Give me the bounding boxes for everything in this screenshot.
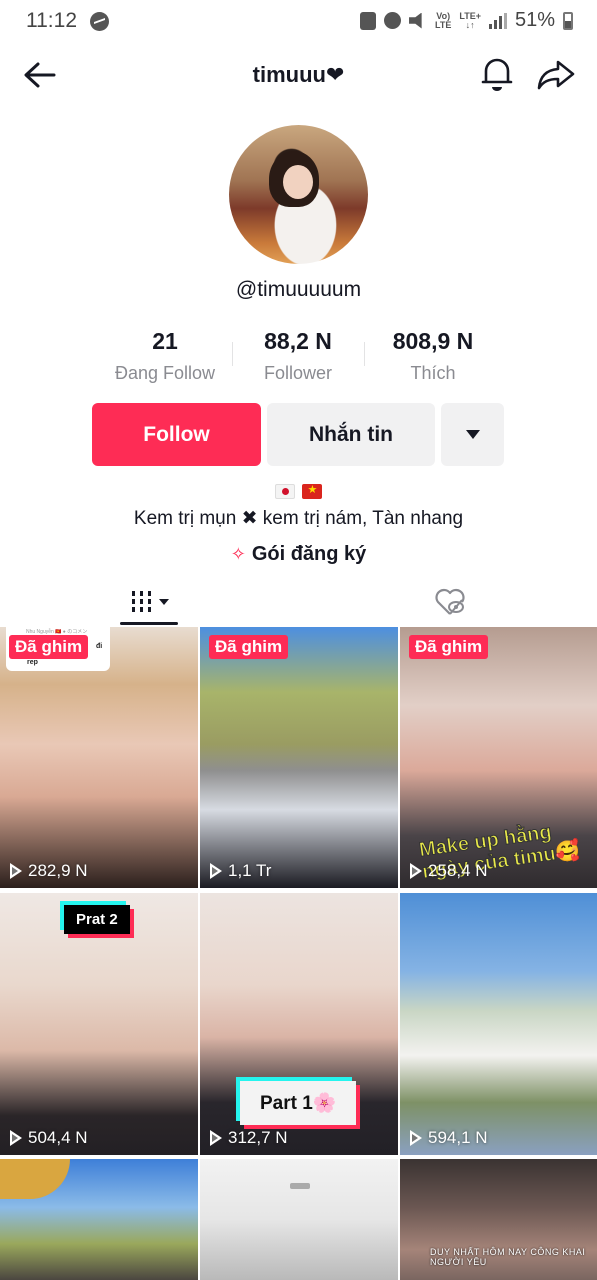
- stat-followers[interactable]: 88,2 N Follower: [238, 328, 358, 384]
- lte-indicator: LTE+ ↓↑: [459, 10, 481, 30]
- mute-icon: [409, 12, 422, 29]
- caret-down-icon: [465, 430, 480, 439]
- view-count: 282,9 N: [10, 861, 88, 881]
- alarm-icon: [384, 12, 402, 29]
- play-icon: [410, 863, 422, 879]
- view-count: 594,1 N: [410, 1128, 488, 1148]
- caret-down-icon: [158, 599, 169, 605]
- bio-flags: [0, 482, 597, 499]
- liked-hidden-icon: [435, 588, 465, 615]
- subscription-label: Gói đăng ký: [251, 543, 367, 565]
- stat-divider: [364, 342, 365, 366]
- canopy-decoration: [0, 1159, 70, 1199]
- top-nav: timuuu❤: [0, 52, 597, 98]
- followers-label: Follower: [263, 363, 333, 383]
- subscription-link[interactable]: ✧ Gói đăng ký: [0, 543, 597, 566]
- volte-indicator: Vo) LTE: [435, 10, 452, 30]
- video-thumbnail[interactable]: 594,1 N: [400, 893, 597, 1155]
- japan-flag-icon: [274, 483, 295, 499]
- following-count: 21: [152, 328, 178, 354]
- video-thumbnail[interactable]: [200, 1159, 398, 1280]
- status-time: 11:12: [26, 9, 77, 32]
- pinned-badge: Đã ghim: [409, 635, 489, 659]
- vietnam-flag-icon: [302, 483, 323, 499]
- cross-icon: ✖: [241, 508, 258, 529]
- followers-count: 88,2 N: [264, 328, 332, 354]
- video-thumbnail[interactable]: [0, 1159, 198, 1280]
- messenger-icon: [90, 12, 109, 31]
- active-tab-indicator: [120, 622, 178, 625]
- likes-count: 808,9 N: [392, 328, 474, 354]
- view-count: 312,7 N: [210, 1128, 288, 1148]
- video-caption-overlay: Prat 2: [64, 905, 130, 934]
- follow-button[interactable]: Follow: [92, 403, 261, 466]
- share-icon[interactable]: [536, 58, 576, 92]
- tab-videos[interactable]: [115, 578, 185, 626]
- profile-tabs: [0, 578, 597, 626]
- profile-avatar[interactable]: [229, 125, 368, 264]
- ceiling-light: [290, 1183, 310, 1189]
- stat-likes[interactable]: 808,9 N Thích: [370, 328, 496, 384]
- profile-stats: 21 Đang Follow 88,2 N Follower 808,9 N T…: [90, 328, 510, 388]
- tab-liked[interactable]: [420, 578, 480, 626]
- following-label: Đang Follow: [114, 363, 216, 383]
- stat-divider: [232, 342, 233, 366]
- stat-following[interactable]: 21 Đang Follow: [98, 328, 232, 384]
- play-icon: [210, 863, 222, 879]
- video-caption-overlay: Part 1🌸: [240, 1081, 357, 1125]
- battery-percent: 51%: [514, 9, 555, 31]
- video-thumbnail[interactable]: Nhu Nguyễn 🇻🇳 ● のコメントに đi rep Đã ghim 28…: [0, 627, 198, 888]
- likes-label: Thích: [410, 363, 456, 383]
- battery-saver-icon: [360, 11, 377, 30]
- battery-icon: [563, 11, 573, 30]
- video-thumbnail[interactable]: DUY NHẤT HÔM NAY CÔNG KHAI NGƯỜI YÊU: [400, 1159, 597, 1280]
- play-icon: [210, 1130, 222, 1146]
- play-icon: [10, 863, 22, 879]
- profile-bio: Kem trị mụn ✖ kem trị nám, Tàn nhang: [133, 508, 464, 529]
- notification-bell-icon[interactable]: [480, 56, 514, 92]
- pinned-badge: Đã ghim: [209, 635, 289, 659]
- profile-username: @timuuuuum: [235, 278, 362, 301]
- view-count: 258,4 N: [410, 861, 488, 881]
- video-thumbnail[interactable]: Part 1🌸 312,7 N: [200, 893, 398, 1155]
- subscription-star-icon: ✧: [230, 544, 246, 564]
- status-bar: 11:12 Vo) LTE LTE+ ↓↑ 51%: [0, 0, 597, 44]
- play-icon: [10, 1130, 22, 1146]
- view-count: 1,1 Tr: [210, 861, 271, 881]
- play-icon: [410, 1130, 422, 1146]
- status-icons: Vo) LTE LTE+ ↓↑ 51%: [360, 9, 573, 32]
- video-caption-overlay: DUY NHẤT HÔM NAY CÔNG KHAI NGƯỜI YÊU: [430, 1247, 586, 1267]
- video-thumbnail[interactable]: Đã ghim 1,1 Tr: [200, 627, 398, 888]
- pinned-badge: Đã ghim: [9, 635, 89, 659]
- view-count: 504,4 N: [10, 1128, 88, 1148]
- suggested-accounts-button[interactable]: [441, 403, 504, 466]
- signal-icon: [488, 12, 507, 29]
- grid-icon: [131, 591, 151, 613]
- video-thumbnail[interactable]: Prat 2 504,4 N: [0, 893, 198, 1155]
- video-thumbnail[interactable]: Đã ghim Make up hằng ngày của timu🥰 258,…: [400, 627, 597, 888]
- message-button[interactable]: Nhắn tin: [267, 403, 435, 466]
